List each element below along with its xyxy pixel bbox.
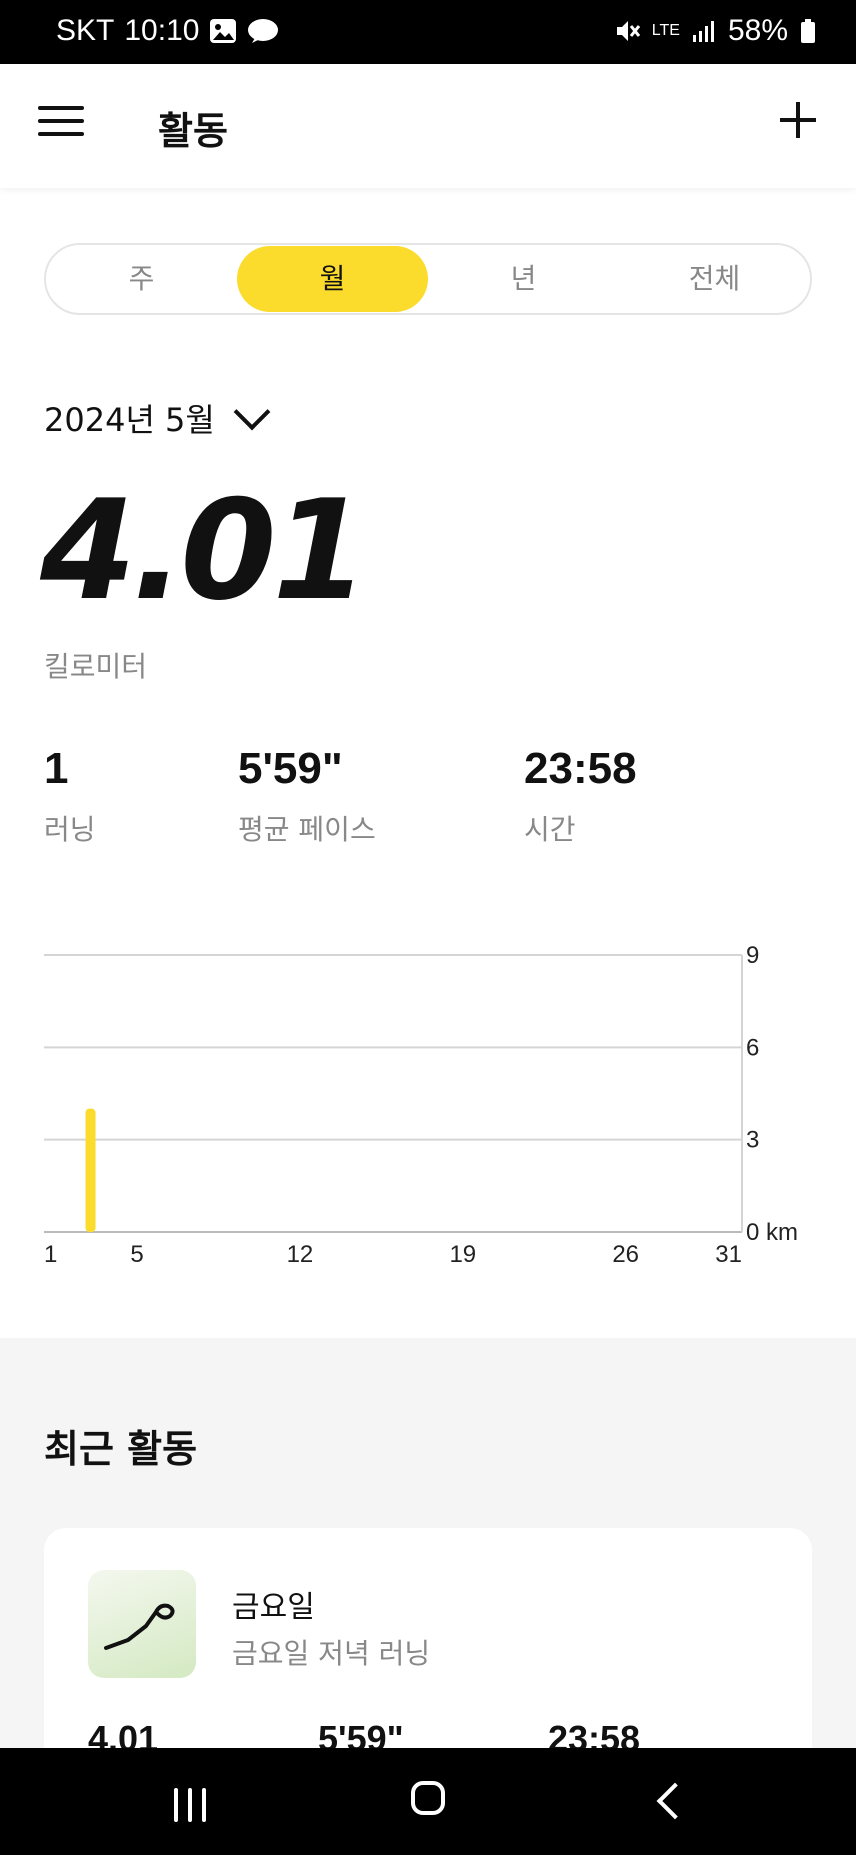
back-button[interactable] xyxy=(610,1748,730,1855)
status-bar: SKT 10:10 LTE 58% xyxy=(0,0,856,64)
stat-value: 23:58 xyxy=(524,744,637,793)
gallery-icon xyxy=(210,19,237,43)
y-tick-label: 6 xyxy=(746,1034,759,1061)
stat-value: 5'59" xyxy=(238,744,343,793)
stat-runs: 1 러닝 xyxy=(44,744,96,848)
stat-label: 평균 페이스 xyxy=(238,813,376,846)
x-tick-label: 31 xyxy=(715,1241,742,1268)
add-icon[interactable] xyxy=(774,96,822,144)
stat-pace: 5'59" 평균 페이스 xyxy=(238,744,376,848)
y-tick-label: 3 xyxy=(746,1127,759,1154)
recents-button[interactable] xyxy=(130,1748,250,1855)
x-tick-label: 12 xyxy=(287,1241,314,1268)
home-button[interactable] xyxy=(368,1748,488,1855)
stat-label: 러닝 xyxy=(44,813,96,846)
tab-week[interactable]: 주 xyxy=(46,245,237,313)
chart-svg: 0 km 3 6 9 1 5 12 19 26 31 xyxy=(44,942,798,1268)
battery-icon xyxy=(801,19,815,43)
clock: 10:10 xyxy=(124,14,200,47)
y-tick-label: 9 xyxy=(746,942,759,969)
route-icon xyxy=(104,1603,175,1650)
stat-time: 23:58 시간 xyxy=(524,744,637,848)
monthly-distance-chart: 0 km 3 6 9 1 5 12 19 26 31 xyxy=(0,940,856,1280)
total-distance: 4.01 xyxy=(40,470,368,631)
stat-label: 시간 xyxy=(524,813,576,846)
distance-unit: 킬로미터 xyxy=(44,650,148,683)
period-tabs: 주 월 년 전체 xyxy=(44,243,812,315)
x-tick-label: 5 xyxy=(130,1241,143,1268)
app-header: 활동 xyxy=(0,64,856,188)
menu-icon[interactable] xyxy=(38,106,84,146)
carrier-label: SKT xyxy=(56,14,115,47)
page-title: 활동 xyxy=(158,109,228,153)
recent-title: 최근 활동 xyxy=(44,1427,198,1471)
activity-name: 금요일 저녁 러닝 xyxy=(232,1637,431,1670)
tab-year[interactable]: 년 xyxy=(428,245,619,313)
signal-icon xyxy=(692,21,714,42)
y-tick-label: 0 km xyxy=(746,1219,798,1246)
x-tick-label: 1 xyxy=(44,1241,57,1268)
tab-all[interactable]: 전체 xyxy=(619,245,810,313)
stat-value: 1 xyxy=(44,744,69,793)
mute-icon xyxy=(616,21,640,41)
x-tick-label: 26 xyxy=(612,1241,639,1268)
chart-bar xyxy=(85,1108,96,1232)
period-selector[interactable]: 2024년 5월 xyxy=(44,393,271,441)
system-nav-bar xyxy=(0,1748,856,1855)
chat-icon xyxy=(248,19,279,43)
activity-day: 금요일 xyxy=(232,1590,315,1625)
battery-percent: 58% xyxy=(727,14,788,47)
chevron-down-icon xyxy=(233,393,271,431)
tab-month[interactable]: 월 xyxy=(237,246,428,312)
x-tick-label: 19 xyxy=(449,1241,476,1268)
period-label: 2024년 5월 xyxy=(44,401,215,439)
lte-label: LTE xyxy=(651,22,680,39)
route-thumbnail xyxy=(88,1570,196,1678)
